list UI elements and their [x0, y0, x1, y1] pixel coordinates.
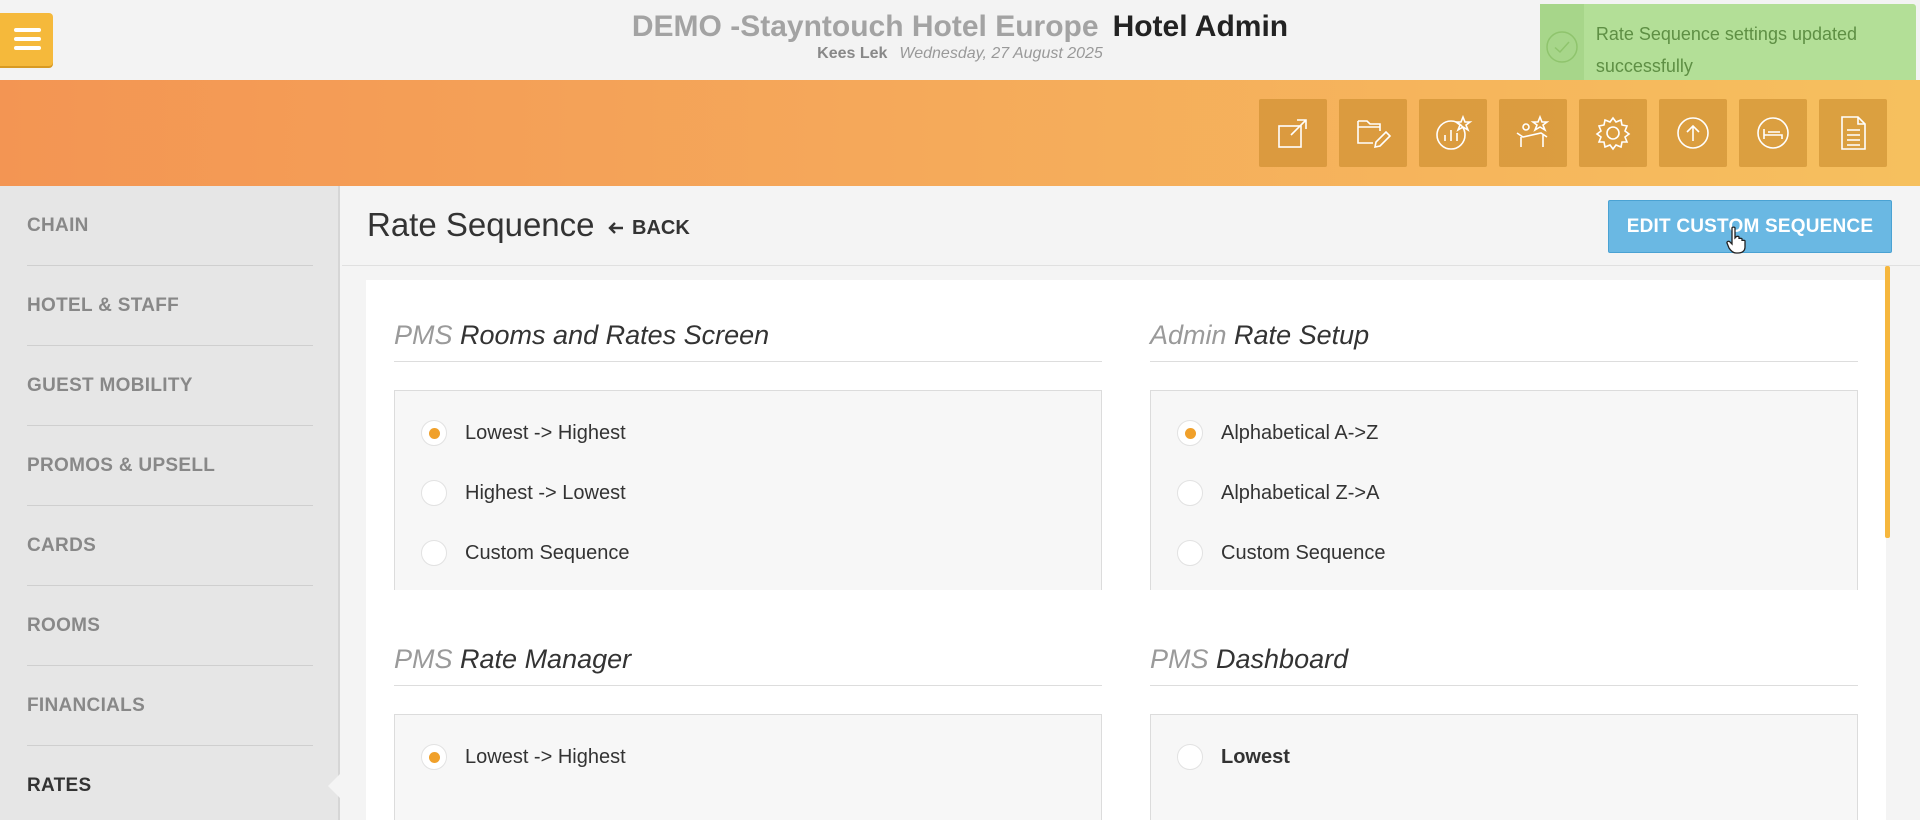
gear-icon [1595, 116, 1631, 151]
radio-icon [1177, 744, 1203, 770]
sidebar-item-hotel-staff[interactable]: HOTEL & STAFF [27, 266, 313, 346]
sidebar-item-promos-upsell[interactable]: PROMOS & UPSELL [27, 426, 313, 506]
radio-lowest[interactable]: Lowest [1177, 744, 1290, 770]
sidebar-item-cards[interactable]: CARDS [27, 506, 313, 586]
section-prefix: Admin [1150, 320, 1227, 350]
settings-button[interactable] [1579, 99, 1647, 167]
radio-selected-icon [1177, 420, 1203, 446]
app-name: Hotel Admin [1112, 10, 1289, 43]
content-panel: PMS Rooms and Rates Screen Lowest -> Hig… [366, 280, 1886, 820]
edit-custom-sequence-button[interactable]: EDIT CUSTOM SEQUENCE [1608, 200, 1892, 253]
section-name: Dashboard [1216, 644, 1349, 674]
section-prefix: PMS [394, 320, 453, 350]
active-item-pointer [328, 772, 342, 800]
user-name: Kees Lek [817, 45, 888, 62]
radio-alphabetical-z-a[interactable]: Alphabetical Z->A [1177, 480, 1379, 506]
sidebar-item-rates[interactable]: RATES [27, 746, 313, 820]
option-label: Alphabetical A->Z [1221, 421, 1379, 444]
guest-star-button[interactable] [1499, 99, 1567, 167]
external-link-icon [1278, 119, 1307, 148]
bed-icon [1757, 117, 1789, 149]
success-toast: Rate Sequence settings updated successfu… [1540, 4, 1916, 90]
radio-icon [421, 480, 447, 506]
sidebar-item-financials[interactable]: FINANCIALS [27, 666, 313, 746]
toolbar-band [0, 80, 1920, 186]
option-label: Lowest [1221, 745, 1290, 768]
option-label: Highest -> Lowest [465, 481, 626, 504]
upload-icon [1677, 117, 1709, 149]
sidebar-item-guest-mobility[interactable]: GUEST MOBILITY [27, 346, 313, 426]
section-name: Rate Setup [1234, 320, 1370, 350]
radio-selected-icon [421, 744, 447, 770]
sidebar: CHAIN HOTEL & STAFF GUEST MOBILITY PROMO… [0, 186, 340, 820]
section-prefix: PMS [394, 644, 453, 674]
guest-star-icon [1516, 114, 1550, 147]
toast-icon-column [1540, 4, 1584, 90]
section-title-pms-dashboard: PMS Dashboard [1150, 644, 1858, 686]
radio-icon [421, 540, 447, 566]
folder-edit-button[interactable] [1339, 99, 1407, 167]
radio-icon [1177, 480, 1203, 506]
options-admin-rate-setup: Alphabetical A->Z Alphabetical Z->A Cust… [1150, 390, 1858, 590]
back-link[interactable]: BACK [608, 216, 690, 240]
radio-custom-sequence[interactable]: Custom Sequence [1177, 540, 1386, 566]
options-pms-rate-manager: Lowest -> Highest [394, 714, 1102, 820]
content-header: Rate Sequence BACK EDIT CUSTOM SEQUENCE [342, 186, 1920, 266]
page-title: Rate Sequence [367, 206, 595, 243]
option-label: Custom Sequence [465, 541, 630, 564]
section-title-admin-rate-setup: Admin Rate Setup [1150, 320, 1858, 362]
option-label: Custom Sequence [1221, 541, 1386, 564]
chart-star-icon [1436, 114, 1473, 150]
options-pms-dashboard: Lowest [1150, 714, 1858, 820]
hand-cursor-icon [1726, 226, 1746, 254]
chart-star-button[interactable] [1419, 99, 1487, 167]
option-label: Alphabetical Z->A [1221, 481, 1380, 504]
radio-selected-icon [421, 420, 447, 446]
check-circle-icon [1546, 31, 1578, 63]
folder-edit-icon [1357, 120, 1392, 149]
section-title-pms-rooms-rates: PMS Rooms and Rates Screen [394, 320, 1102, 362]
external-link-button[interactable] [1259, 99, 1327, 167]
radio-alphabetical-a-z[interactable]: Alphabetical A->Z [1177, 420, 1378, 446]
document-icon [1841, 116, 1866, 150]
scrollbar-thumb[interactable] [1885, 266, 1890, 538]
section-name: Rooms and Rates Screen [460, 320, 770, 350]
option-label: Lowest -> Highest [465, 745, 626, 768]
current-date: Wednesday, 27 August 2025 [899, 45, 1103, 62]
radio-lowest-highest[interactable]: Lowest -> Highest [421, 744, 626, 770]
section-name: Rate Manager [460, 644, 632, 674]
toast-message: Rate Sequence settings updated successfu… [1595, 24, 1858, 76]
options-pms-rooms-rates: Lowest -> Highest Highest -> Lowest Cust… [394, 390, 1102, 590]
section-title-pms-rate-manager: PMS Rate Manager [394, 644, 1102, 686]
document-button[interactable] [1819, 99, 1887, 167]
radio-lowest-highest[interactable]: Lowest -> Highest [421, 420, 626, 446]
arrow-left-icon [608, 222, 623, 234]
section-prefix: PMS [1150, 644, 1209, 674]
radio-custom-sequence[interactable]: Custom Sequence [421, 540, 630, 566]
radio-highest-lowest[interactable]: Highest -> Lowest [421, 480, 626, 506]
sidebar-item-rooms[interactable]: ROOMS [27, 586, 313, 666]
back-label: BACK [632, 216, 690, 239]
bed-button[interactable] [1739, 99, 1807, 167]
radio-icon [1177, 540, 1203, 566]
sidebar-item-chain[interactable]: CHAIN [27, 186, 313, 266]
hotel-name: DEMO -Stayntouch Hotel Europe [631, 10, 1099, 43]
option-label: Lowest -> Highest [465, 421, 626, 444]
upload-button[interactable] [1659, 99, 1727, 167]
